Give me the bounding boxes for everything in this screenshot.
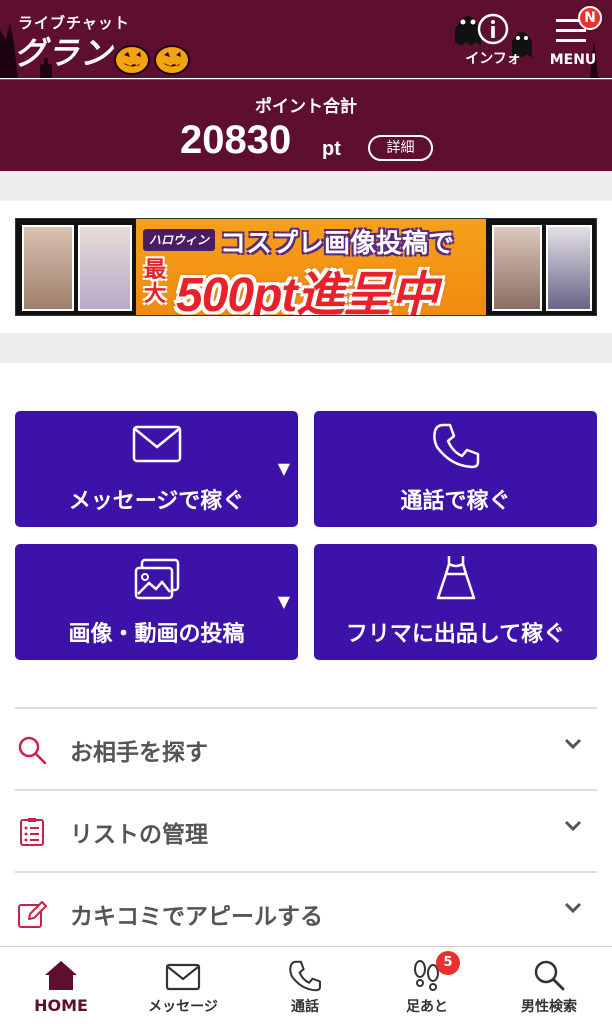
tile-label: 画像・動画の投稿: [68, 622, 245, 647]
points-title: ポイント合計: [255, 97, 357, 117]
nav-call[interactable]: 通話: [244, 947, 366, 1024]
menu-item-post-appeal[interactable]: カキコミでアピールする: [15, 871, 597, 953]
banner-offer: 500pt進呈中: [176, 269, 438, 316]
menu-notification-badge: N: [578, 6, 602, 30]
nav-label: HOME: [34, 996, 88, 1015]
search-icon: [18, 736, 47, 765]
banner-photo: [78, 225, 132, 311]
points-unit: pt: [322, 138, 341, 160]
menu-button[interactable]: N MENU: [538, 6, 608, 70]
banner-photo: [546, 225, 592, 311]
envelope-icon: [165, 963, 201, 991]
banner-photo: [492, 225, 542, 311]
list-icon: [20, 818, 44, 846]
points-summary: ポイント合計 20830 pt 詳細: [0, 79, 612, 171]
earn-by-call-tile[interactable]: 通話で稼ぐ: [314, 411, 597, 527]
info-icon: [477, 13, 509, 45]
envelope-icon: [132, 425, 181, 463]
menu-item-find-partner[interactable]: お相手を探す: [15, 707, 597, 789]
menu-label: MENU: [549, 52, 597, 68]
nav-label: メッセージ: [148, 999, 218, 1015]
menu-item-label: カキコミでアピールする: [70, 904, 323, 930]
points-value: 20830: [180, 118, 292, 162]
flea-market-tile[interactable]: フリマに出品して稼ぐ: [314, 544, 597, 660]
halloween-campaign-banner[interactable]: ハロウィン コスプレ画像投稿で 最大 500pt進呈中: [15, 218, 597, 316]
tile-label: フリマに出品して稼ぐ: [345, 622, 566, 647]
dropdown-arrow-icon: ▼: [277, 459, 290, 478]
nav-home[interactable]: HOME: [0, 947, 122, 1024]
banner-prefix: 最大: [144, 258, 167, 307]
images-icon: [134, 558, 179, 600]
banner-tag: ハロウィン: [143, 229, 215, 251]
menu-item-manage-list[interactable]: リストの管理: [15, 789, 597, 871]
app-header: ライブチャット グラン インフォ N MENU: [0, 0, 612, 78]
nav-label: 足あと: [406, 999, 448, 1015]
nav-message[interactable]: メッセージ: [122, 947, 244, 1024]
tile-label: 通話で稼ぐ: [400, 489, 511, 514]
tile-label: メッセージで稼ぐ: [68, 489, 245, 514]
section-divider: [0, 333, 612, 363]
info-button[interactable]: インフォ: [458, 10, 528, 70]
home-icon: [45, 961, 77, 990]
footprints-count-badge: 5: [436, 951, 460, 975]
post-media-tile[interactable]: 画像・動画の投稿 ▼: [15, 544, 298, 660]
menu-item-label: お相手を探す: [70, 740, 208, 766]
nav-label: 通話: [291, 999, 319, 1015]
nav-label: 男性検索: [521, 999, 577, 1015]
nav-footprints[interactable]: 5 足あと: [366, 947, 488, 1024]
phone-icon: [432, 423, 479, 469]
logo-title: グラン: [14, 34, 114, 72]
earn-by-message-tile[interactable]: メッセージで稼ぐ ▼: [15, 411, 298, 527]
chevron-down-icon: [564, 902, 582, 914]
banner-photo: [22, 225, 74, 311]
section-divider: [0, 171, 612, 201]
info-label: インフォ: [465, 51, 521, 67]
search-icon: [534, 960, 565, 991]
dropdown-arrow-icon: ▼: [277, 592, 290, 611]
nav-search-men[interactable]: 男性検索: [488, 947, 610, 1024]
bottom-navigation: HOME メッセージ 通話 5 足あと 男性検索: [0, 946, 612, 1024]
dress-icon: [436, 556, 475, 600]
chevron-down-icon: [564, 820, 582, 832]
chevron-down-icon: [564, 738, 582, 750]
points-detail-button[interactable]: 詳細: [368, 135, 433, 161]
phone-icon: [289, 960, 321, 992]
menu-item-label: リストの管理: [70, 822, 208, 848]
edit-icon: [18, 901, 47, 928]
